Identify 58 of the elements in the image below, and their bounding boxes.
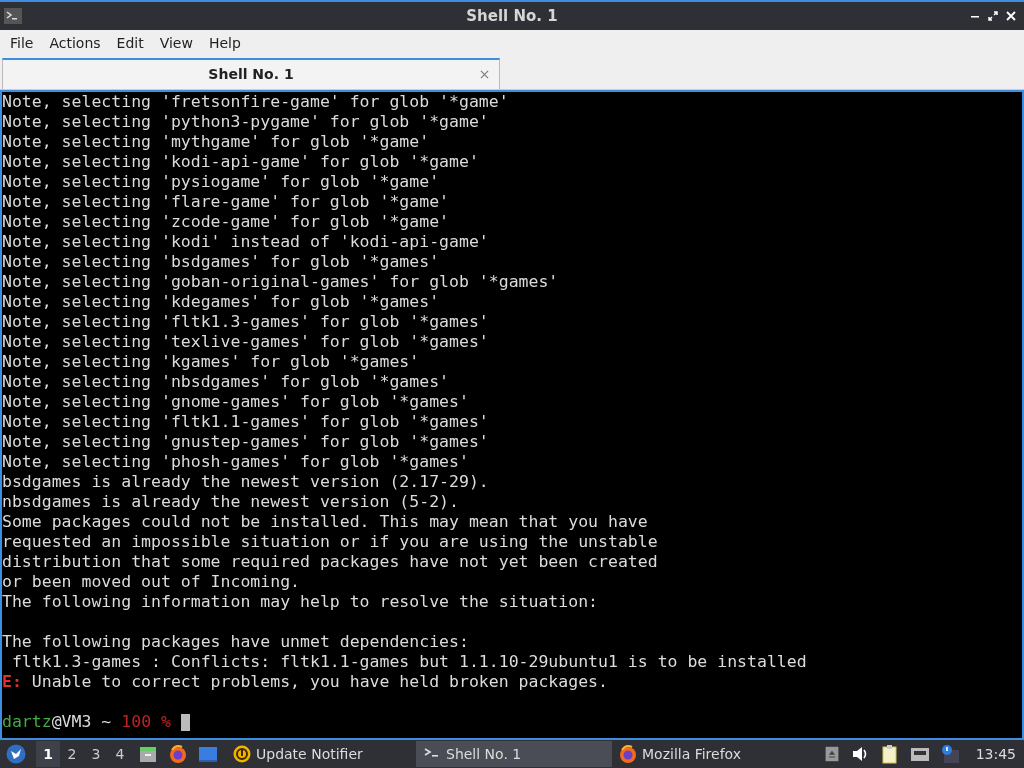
terminal-line: requested an impossible situation or if you are using the unstable [2,532,659,552]
workspace-button[interactable]: 4 [108,741,132,767]
terminal-line: distribution that some required packages have not yet been created [2,552,659,572]
terminal-line: Note, selecting 'kodi-api-game' for glob '*game' [2,152,480,172]
task-button[interactable]: Mozilla Firefox [612,741,808,767]
terminal-line: Note, selecting 'kdegames' for glob '*games' [2,292,441,312]
terminal-line: Note, selecting 'gnome-games' for glob '*games' [2,392,470,412]
terminal-line: Note, selecting 'pysiogame' for glob '*game' [2,172,441,192]
prompt-user: dartz [2,712,52,732]
workspace-button[interactable]: 1 [36,741,60,767]
terminal-line: bsdgames is already the newest version (2.17-29). [2,472,490,492]
terminal-line: Note, selecting 'fretsonfire-game' for glob '*game' [2,92,510,112]
terminal-line: Note, selecting 'kodi' instead of 'kodi-api-game' [2,232,490,252]
terminal-line: Some packages could not be installed. This may mean that you have [2,512,649,532]
menu-item[interactable]: Help [200,32,249,54]
prompt-status: 100 % [121,712,171,732]
terminal-line: Note, selecting 'flare-game' for glob '*game' [2,192,451,212]
terminal-line: E: Unable to correct problems, you have held broken packages. [2,672,609,692]
eject-icon[interactable] [823,744,840,764]
menu-item[interactable]: Actions [41,32,109,54]
terminal-line: Note, selecting 'goban-original-games' for glob '*games' [2,272,560,292]
terminal-line: Note, selecting 'zcode-game' for glob '*game' [2,212,451,232]
menu-item[interactable]: View [151,32,201,54]
workspace-button[interactable]: 2 [60,741,84,767]
firefox-icon[interactable] [168,744,188,764]
window-title: Shell No. 1 [466,5,558,27]
terminal-line: or been moved out of Incoming. [2,572,301,592]
maximize-icon[interactable] [988,11,998,21]
terminal-line: fltk1.3-games : Conflicts: fltk1.1-games but 1.1.10-29ubuntu1 is to be installed [10,652,808,672]
menu-item[interactable]: Edit [108,32,152,54]
menu-item[interactable]: File [2,32,42,54]
terminal-line: The following information may help to resolve the situation: [2,592,600,612]
file-cabinet-icon[interactable] [138,744,158,764]
terminal-line: Note, selecting 'bsdgames' for glob '*games' [2,252,441,272]
workspace-button[interactable]: 3 [84,741,108,767]
terminal-line: Note, selecting 'nbsdgames' for glob '*games' [2,372,451,392]
terminal-line: Note, selecting 'python3-pygame' for glob '*game' [2,112,490,132]
terminal-line: Note, selecting 'phosh-games' for glob '*games' [2,452,470,472]
prompt-host: @VM3 ~ [51,712,112,732]
terminal-line: Note, selecting 'fltk1.3-games' for glob '*games' [2,312,490,332]
terminal-line: nbsdgames is already the newest version (5-2). [2,492,460,512]
task-button[interactable]: Update Notifier [226,741,416,767]
task-button[interactable]: Shell No. 1 [416,741,612,767]
clock: 13:45 [975,744,1016,764]
terminal-line: The following packages have unmet dependencies: [2,632,470,652]
terminal-line: Note, selecting 'mythgame' for glob '*game' [2,132,431,152]
text-cursor [180,714,190,731]
tab[interactable]: Shell No. 1 [2,58,500,89]
terminal-line: Note, selecting 'gnustep-games' for glob '*games' [2,432,490,452]
desktop-icon[interactable] [198,744,218,764]
terminal-line: Note, selecting 'fltk1.1-games' for glob '*games' [2,412,490,432]
terminal-area[interactable] [0,90,1024,740]
terminal-line: Note, selecting 'texlive-games' for glob '*games' [2,332,490,352]
firefox-icon [618,744,638,764]
notification-icon[interactable] [939,744,960,764]
clipboard-icon[interactable] [879,744,900,764]
terminal-line: Note, selecting 'kgames' for glob '*games' [2,352,421,372]
terminal-icon [4,8,22,24]
